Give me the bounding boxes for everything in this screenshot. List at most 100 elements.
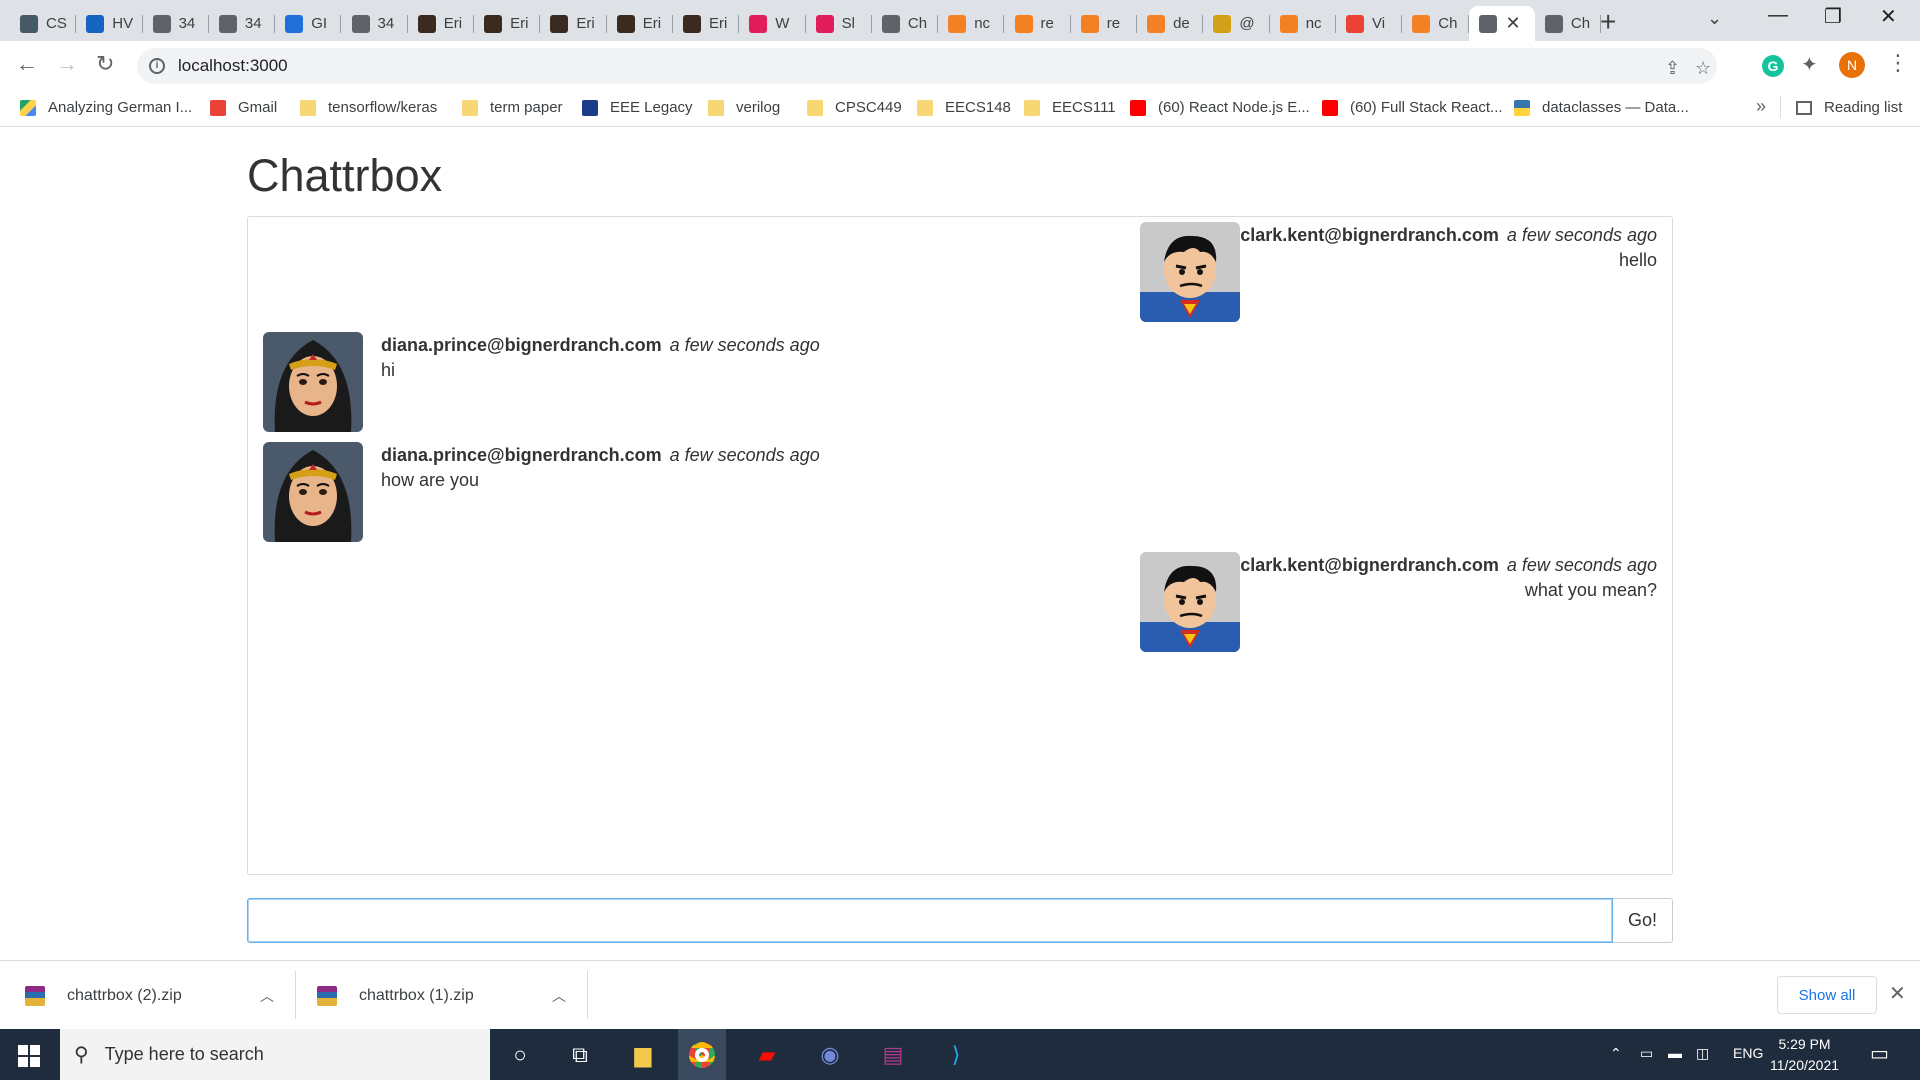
bookmark-item[interactable]: EECS111 <box>1024 99 1116 116</box>
taskbar-search[interactable]: ⚲ Type here to search <box>60 1029 490 1080</box>
chevron-up-icon[interactable]: ︿ <box>552 986 566 1006</box>
tab-close-icon[interactable]: ✕ <box>1506 13 1521 34</box>
browser-tab[interactable]: Eri <box>673 6 740 41</box>
bookmark-item[interactable]: EECS148 <box>917 99 1011 116</box>
avatar <box>263 332 363 432</box>
tray-device-icon[interactable]: ▭ <box>1640 1045 1653 1062</box>
share-icon[interactable]: ⇪ <box>1665 58 1680 79</box>
message-timestamp: a few seconds ago <box>669 445 820 465</box>
bookmark-item[interactable]: dataclasses — Data... <box>1514 99 1689 116</box>
extensions-icon[interactable]: ✦ <box>1801 52 1818 77</box>
windows-start-icon[interactable] <box>18 1045 40 1067</box>
browser-tab[interactable]: nc <box>938 6 1005 41</box>
address-bar[interactable]: i localhost:3000 ⇪ ☆ <box>137 48 1717 84</box>
bookmark-item[interactable]: (60) Full Stack React... <box>1322 99 1503 116</box>
address-url[interactable]: localhost:3000 <box>178 56 288 76</box>
browser-tab[interactable]: re <box>1071 6 1138 41</box>
browser-tab[interactable]: Eri <box>474 6 541 41</box>
forward-icon[interactable]: → <box>56 51 78 77</box>
download-divider <box>587 971 588 1019</box>
bookmark-item[interactable]: EEE Legacy <box>582 99 693 116</box>
avatar <box>1140 222 1241 322</box>
download-item[interactable]: chattrbox (1).zip ︿ <box>317 961 587 1030</box>
browser-tab[interactable]: Eri <box>408 6 475 41</box>
download-shelf: chattrbox (2).zip ︿ chattrbox (1).zip ︿ <box>0 960 1920 1029</box>
winrar-icon[interactable]: ▤ <box>877 1039 909 1071</box>
bookmark-item[interactable]: tensorflow/keras <box>300 99 437 116</box>
bookmark-item[interactable]: CPSC449 <box>807 99 902 116</box>
close-downloads-icon[interactable]: ✕ <box>1889 981 1906 1006</box>
tab-favicon-icon <box>815 14 834 33</box>
browser-tab[interactable]: 34 <box>143 6 209 41</box>
chat-message-list[interactable]: clark.kent@bignerdranch.com a few seconds… <box>247 216 1673 875</box>
folder-icon <box>807 99 823 116</box>
browser-tab[interactable]: ✕ <box>1468 6 1535 41</box>
close-window-icon[interactable]: ✕ <box>1880 4 1897 29</box>
browser-tab[interactable]: CS <box>10 6 77 41</box>
notifications-icon[interactable]: ▭ <box>1870 1041 1889 1066</box>
message-meta: clark.kent@bignerdranch.com a few seconds… <box>1240 554 1657 576</box>
browser-tab[interactable]: HV <box>76 6 143 41</box>
browser-tab[interactable]: Ch <box>872 6 939 41</box>
message-input[interactable] <box>247 898 1613 943</box>
bookmark-item[interactable]: Gmail <box>210 99 277 116</box>
reading-list-button[interactable]: Reading list <box>1796 99 1902 116</box>
send-button[interactable]: Go! <box>1613 898 1673 943</box>
discord-icon[interactable]: ◉ <box>814 1039 846 1071</box>
chat-message: diana.prince@bignerdranch.com a few secon… <box>263 332 820 432</box>
show-all-downloads-button[interactable]: Show all <box>1777 976 1877 1014</box>
site-icon <box>582 99 598 116</box>
tray-chevron-up-icon[interactable]: ⌃ <box>1610 1045 1622 1062</box>
bookmark-item[interactable]: Analyzing German I... <box>20 99 192 116</box>
download-item[interactable]: chattrbox (2).zip ︿ <box>25 961 295 1030</box>
tab-favicon-icon <box>417 14 436 33</box>
browser-tab[interactable]: re <box>1005 6 1071 41</box>
profile-avatar[interactable]: N <box>1839 52 1865 78</box>
browser-tab[interactable]: Vi <box>1336 6 1403 41</box>
acrobat-icon[interactable]: ▰ <box>751 1039 783 1071</box>
chrome-icon[interactable] <box>678 1029 726 1080</box>
browser-tab[interactable]: @ <box>1203 6 1270 41</box>
back-icon[interactable]: ← <box>16 51 38 77</box>
grammarly-extension-icon[interactable]: G <box>1762 55 1784 77</box>
cortana-icon[interactable]: ○ <box>504 1039 536 1071</box>
message-sender: clark.kent@bignerdranch.com <box>1240 555 1499 575</box>
browser-tab[interactable]: 34 <box>209 6 276 41</box>
site-info-icon[interactable]: i <box>149 58 165 74</box>
file-explorer-icon[interactable]: ▆ <box>627 1039 659 1071</box>
browser-tab[interactable]: W <box>739 6 806 41</box>
bookmarks-more-icon[interactable]: » <box>1756 96 1766 117</box>
browser-tab[interactable]: GI <box>275 6 342 41</box>
tab-search-icon[interactable]: ⌄ <box>1707 8 1722 29</box>
reload-icon[interactable]: ↻ <box>96 51 114 77</box>
browser-tab[interactable]: 34 <box>342 6 408 41</box>
browser-tab[interactable]: de <box>1137 6 1204 41</box>
taskbar-clock[interactable]: 5:29 PM 11/20/2021 <box>1770 1034 1839 1076</box>
message-body: diana.prince@bignerdranch.com a few secon… <box>381 332 820 432</box>
restore-icon[interactable]: ❐ <box>1824 4 1842 29</box>
bookmark-item[interactable]: verilog <box>708 99 780 116</box>
message-sender: diana.prince@bignerdranch.com <box>381 445 662 465</box>
browser-tab[interactable]: Ch <box>1535 6 1602 41</box>
bookmark-star-icon[interactable]: ☆ <box>1695 58 1711 79</box>
browser-tab[interactable]: Eri <box>540 6 607 41</box>
browser-tab[interactable]: nc <box>1270 6 1336 41</box>
tab-label: de <box>1173 15 1190 32</box>
task-view-icon[interactable]: ⧉ <box>564 1039 596 1071</box>
chevron-up-icon[interactable]: ︿ <box>260 986 274 1006</box>
taskbar-search-placeholder: Type here to search <box>104 1044 264 1064</box>
browser-tab[interactable]: Eri <box>607 6 673 41</box>
network-icon[interactable]: ◫ <box>1696 1045 1709 1062</box>
battery-icon[interactable]: ▬ <box>1668 1045 1682 1061</box>
vscode-icon[interactable]: ⟩ <box>940 1039 972 1071</box>
minimize-icon[interactable]: — <box>1768 4 1788 27</box>
tab-favicon-icon <box>1279 14 1298 33</box>
folder-icon <box>462 99 478 116</box>
browser-menu-icon[interactable]: ⋮ <box>1887 50 1909 76</box>
bookmark-item[interactable]: (60) React Node.js E... <box>1130 99 1310 116</box>
browser-tab[interactable]: Sl <box>806 6 872 41</box>
bookmark-item[interactable]: term paper <box>462 99 563 116</box>
new-tab-button[interactable]: + <box>1600 6 1616 38</box>
language-indicator[interactable]: ENG <box>1733 1045 1763 1061</box>
browser-tab[interactable]: Ch <box>1402 6 1469 41</box>
